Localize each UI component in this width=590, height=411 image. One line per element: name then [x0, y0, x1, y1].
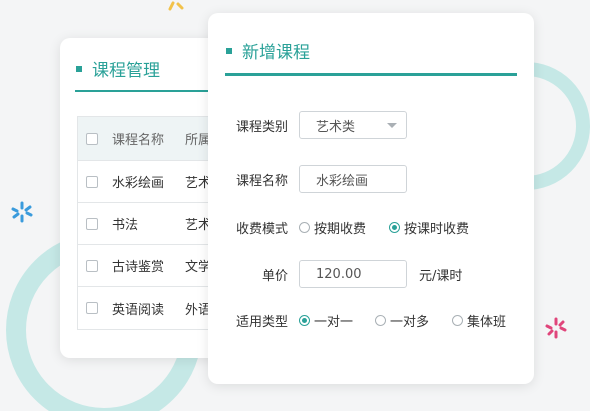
billing-option-label: 按课时收费 [404, 221, 470, 237]
radio-icon [452, 314, 463, 326]
select-all-checkbox[interactable] [86, 132, 98, 145]
course-name-input[interactable]: 水彩绘画 [299, 165, 407, 193]
billing-option-hourly[interactable]: 按课时收费 [389, 218, 469, 237]
category-select[interactable]: 艺术类 [299, 111, 407, 139]
type-row: 适用类型 一对一 一对多 集体班 [208, 306, 534, 334]
type-option-one-to-many[interactable]: 一对多 [375, 311, 429, 330]
category-label: 课程类别 [235, 119, 288, 135]
category-row: 课程类别 艺术类 [208, 111, 534, 139]
panel-title: 课程管理 [76, 56, 160, 81]
billing-row: 收费模式 按期收费 按课时收费 [208, 213, 534, 241]
billing-label: 收费模式 [235, 221, 288, 237]
new-course-dialog: 新增课程 课程类别 艺术类 课程名称 水彩绘画 收费模式 按期收费 按课时收费 … [208, 13, 534, 384]
type-option-group-class[interactable]: 集体班 [452, 311, 506, 330]
title-marker [226, 47, 232, 54]
sparkle-icon [168, 1, 184, 11]
category-value: 艺术类 [316, 119, 356, 135]
price-input[interactable]: 120.00 [299, 260, 407, 288]
type-option-label: 一对一 [314, 314, 354, 330]
new-course-title: 新增课程 [242, 43, 310, 63]
type-label: 适用类型 [235, 314, 288, 330]
chevron-down-icon [387, 123, 397, 128]
sparkle-icon [545, 317, 567, 339]
row-checkbox[interactable] [86, 302, 98, 314]
price-value: 120.00 [316, 266, 362, 282]
billing-option-term[interactable]: 按期收费 [299, 218, 366, 237]
billing-option-label: 按期收费 [314, 221, 367, 237]
type-option-label: 一对多 [390, 314, 430, 330]
column-header-name: 课程名称 [112, 133, 165, 148]
price-row: 单价 120.00 元/课时 [208, 260, 534, 288]
type-option-one-on-one[interactable]: 一对一 [299, 311, 353, 330]
radio-icon [375, 314, 386, 326]
radio-icon [299, 221, 310, 233]
name-row: 课程名称 水彩绘画 [208, 165, 534, 193]
type-option-label: 集体班 [467, 314, 507, 330]
title-marker [76, 65, 82, 72]
row-checkbox[interactable] [86, 259, 98, 272]
radio-selected-icon [299, 314, 310, 326]
sparkle-icon [11, 201, 33, 223]
course-name-cell: 古诗鉴赏 [112, 260, 165, 275]
price-unit: 元/课时 [419, 268, 463, 284]
radio-selected-icon [389, 221, 400, 233]
dialog-title: 新增课程 [226, 38, 310, 63]
course-name-label: 课程名称 [235, 173, 288, 189]
price-label: 单价 [261, 268, 288, 284]
course-name-cell: 书法 [112, 218, 139, 233]
course-name-cell: 英语阅读 [112, 302, 165, 318]
course-name-value: 水彩绘画 [316, 173, 369, 189]
title-divider [225, 73, 517, 76]
row-checkbox[interactable] [86, 217, 98, 230]
row-checkbox[interactable] [86, 175, 98, 188]
course-management-title: 课程管理 [92, 61, 160, 81]
course-name-cell: 水彩绘画 [112, 176, 165, 191]
